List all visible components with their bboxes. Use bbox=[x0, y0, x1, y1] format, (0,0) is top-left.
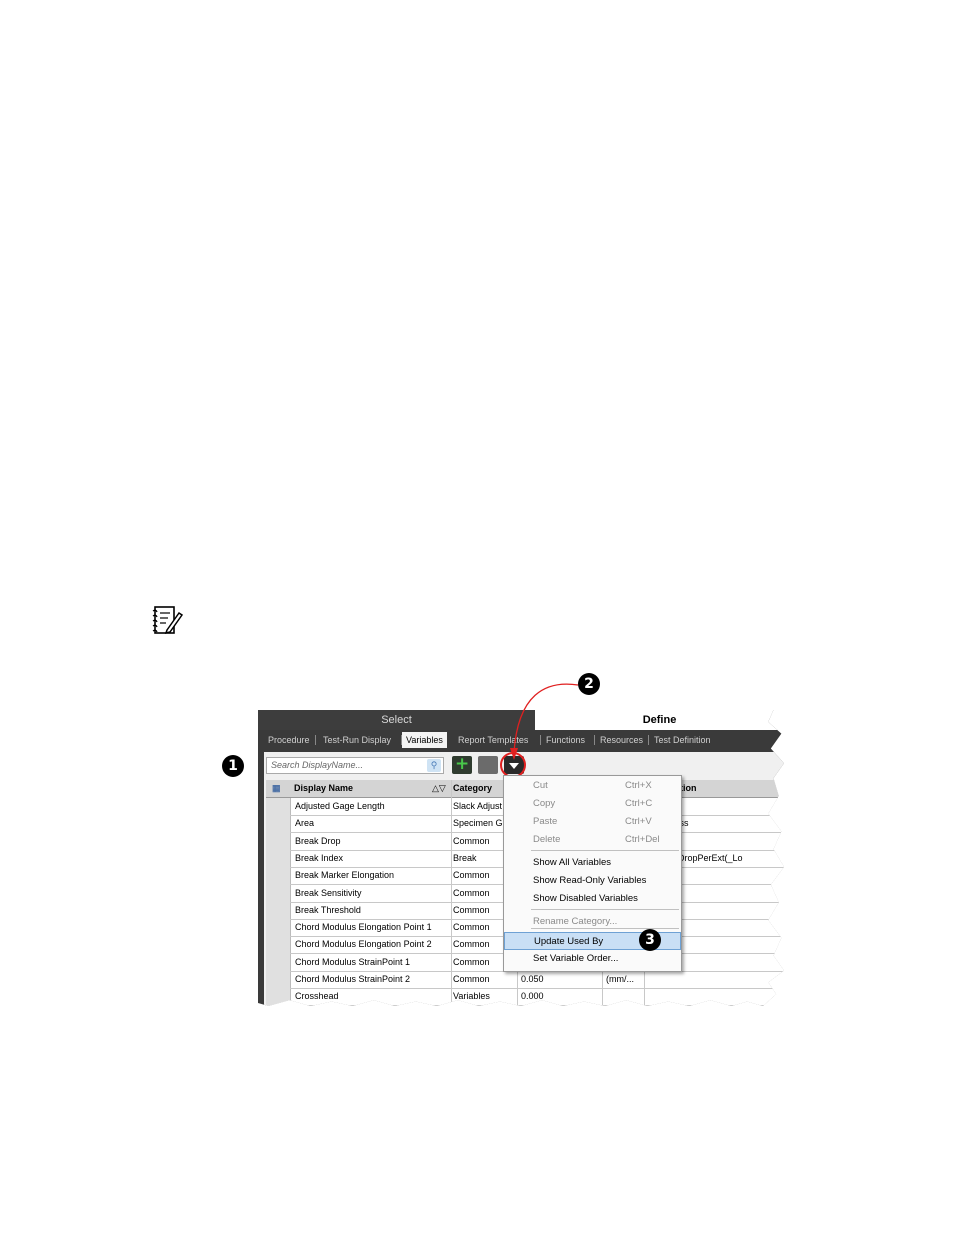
column-display-name[interactable]: Display Name bbox=[294, 780, 353, 797]
cell-display-name: Break Drop bbox=[295, 835, 341, 846]
note-icon bbox=[150, 603, 186, 639]
add-variable-button[interactable] bbox=[452, 755, 472, 774]
column-chooser-icon[interactable]: ▦ bbox=[272, 780, 281, 797]
menu-item-show-read-only-variables[interactable]: Show Read-Only Variables bbox=[504, 872, 681, 890]
menu-item-label: Show Read-Only Variables bbox=[533, 875, 647, 886]
cell-display-name: Chord Modulus Elongation Point 1 bbox=[295, 922, 432, 933]
callout-3: 3 bbox=[639, 929, 661, 951]
search-placeholder: Search DisplayName... bbox=[271, 760, 364, 770]
column-category[interactable]: Category bbox=[453, 780, 492, 797]
menu-item-shortcut: Ctrl+V bbox=[625, 816, 652, 827]
menu-item-delete[interactable]: Delete Ctrl+Del bbox=[504, 831, 681, 849]
delete-variable-button[interactable] bbox=[478, 756, 498, 774]
search-icon[interactable]: ⚲ bbox=[427, 759, 441, 772]
menu-item-label: Show All Variables bbox=[533, 857, 611, 868]
cell-category: Variables bbox=[453, 991, 490, 1002]
menu-item-cut[interactable]: Cut Ctrl+X bbox=[504, 777, 681, 795]
menu-item-label: Show Disabled Variables bbox=[533, 893, 638, 904]
menu-item-shortcut: Ctrl+Del bbox=[625, 834, 660, 845]
cell-display-name: Chord Modulus Elongation Point 2 bbox=[295, 939, 432, 950]
search-input[interactable]: Search DisplayName... ⚲ bbox=[266, 757, 444, 774]
sort-filter-icon[interactable]: △▽ bbox=[432, 780, 446, 797]
column-definition[interactable]: tion bbox=[680, 780, 697, 797]
menu-item-label: Delete bbox=[533, 834, 561, 845]
menu-item-label: Paste bbox=[533, 816, 558, 827]
cell-display-name: Break Threshold bbox=[295, 904, 361, 915]
menu-item-shortcut: Ctrl+C bbox=[625, 798, 653, 809]
table-row[interactable]: Crosshead Variables 0.000 bbox=[290, 988, 784, 1006]
cell-display-name: Chord Modulus StrainPoint 1 bbox=[295, 956, 411, 967]
menu-item-label: Cut bbox=[533, 780, 548, 791]
cell-value: 0.050 bbox=[521, 974, 544, 984]
table-row[interactable]: Chord Modulus StrainPoint 2 Common 0.050 (m… bbox=[290, 971, 784, 989]
menu-item-copy[interactable]: Copy Ctrl+C bbox=[504, 795, 681, 813]
tab-variables[interactable]: Variables bbox=[402, 732, 447, 748]
callout-arrow bbox=[510, 683, 579, 760]
tab-resources[interactable]: Resources bbox=[596, 732, 647, 748]
cell-display-name: Area bbox=[295, 818, 315, 829]
cell-display-name: Break Marker Elongation bbox=[295, 870, 395, 881]
menu-item-label: Set Variable Order... bbox=[533, 953, 619, 964]
row-selector-column bbox=[266, 798, 291, 1006]
menu-item-label: Update Used By bbox=[534, 936, 604, 947]
cell-display-name: Break Index bbox=[295, 852, 344, 863]
menu-item-set-variable-order[interactable]: Set Variable Order... bbox=[504, 950, 681, 968]
menu-item-shortcut: Ctrl+X bbox=[625, 780, 652, 791]
cell-value: 0.000 bbox=[521, 991, 544, 1002]
cell-unit: (mm/... bbox=[606, 974, 634, 984]
cell-display-name: Crosshead bbox=[295, 991, 339, 1002]
cell-display-name: Chord Modulus StrainPoint 2 bbox=[295, 974, 411, 984]
menu-item-paste[interactable]: Paste Ctrl+V bbox=[504, 813, 681, 831]
menu-item-show-all-variables[interactable]: Show All Variables bbox=[504, 854, 681, 872]
menu-separator bbox=[531, 909, 679, 910]
menu-separator bbox=[531, 928, 679, 929]
cell-display-name: Break Sensitivity bbox=[295, 887, 362, 898]
cell-category: Common bbox=[453, 974, 490, 984]
menu-separator bbox=[531, 850, 679, 851]
cell-display-name: Adjusted Gage Length bbox=[295, 801, 385, 811]
tab-test-definition[interactable]: Test Definition bbox=[650, 732, 715, 748]
callout-1: 1 bbox=[222, 755, 244, 777]
select-mode-button[interactable]: Select bbox=[258, 710, 535, 730]
menu-item-show-disabled-variables[interactable]: Show Disabled Variables bbox=[504, 890, 681, 908]
tab-test-run-display[interactable]: Test-Run Display bbox=[319, 732, 395, 748]
menu-item-label: Copy bbox=[533, 798, 556, 809]
tab-procedure[interactable]: Procedure bbox=[264, 732, 314, 748]
